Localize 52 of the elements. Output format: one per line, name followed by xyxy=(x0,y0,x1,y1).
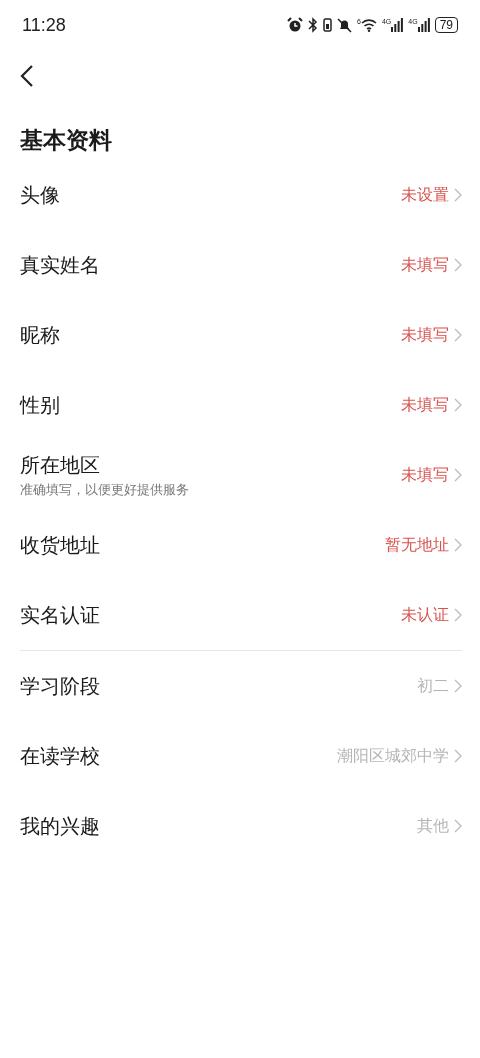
alarm-icon xyxy=(287,17,304,33)
muted-bell-icon xyxy=(337,17,353,33)
profile-row[interactable]: 收货地址 暂无地址 xyxy=(0,510,480,580)
back-icon[interactable] xyxy=(20,64,34,88)
profile-row[interactable]: 昵称 未填写 xyxy=(0,300,480,370)
row-label: 真实姓名 xyxy=(20,251,100,279)
row-label: 在读学校 xyxy=(20,742,100,770)
row-hint: 准确填写，以便更好提供服务 xyxy=(20,480,189,499)
bluetooth-icon xyxy=(308,17,319,33)
status-time: 11:28 xyxy=(22,14,66,36)
profile-row[interactable]: 实名认证 未认证 xyxy=(0,580,480,650)
row-value: 潮阳区城郊中学 xyxy=(337,745,449,767)
row-value: 初二 xyxy=(417,675,449,697)
chevron-icon xyxy=(454,258,462,272)
row-value: 未填写 xyxy=(401,254,449,276)
chevron-icon xyxy=(454,608,462,622)
profile-row[interactable]: 头像 未设置 xyxy=(0,160,480,230)
row-label: 收货地址 xyxy=(20,531,100,559)
row-label: 头像 xyxy=(20,181,60,209)
battery-level: 79 xyxy=(434,17,458,33)
chevron-icon xyxy=(454,468,462,482)
wifi-icon xyxy=(360,18,377,32)
chevron-icon xyxy=(454,188,462,202)
chevron-icon xyxy=(454,679,462,693)
chevron-icon xyxy=(454,819,462,833)
row-label: 昵称 xyxy=(20,321,60,349)
row-label: 性别 xyxy=(20,391,60,419)
row-value: 其他 xyxy=(417,815,449,837)
row-value: 未设置 xyxy=(401,184,449,206)
chevron-icon xyxy=(454,398,462,412)
chevron-icon xyxy=(454,328,462,342)
row-label: 我的兴趣 xyxy=(20,812,100,840)
profile-row[interactable]: 我的兴趣 其他 xyxy=(0,791,480,861)
profile-row[interactable]: 性别 未填写 xyxy=(0,370,480,440)
signal-icon xyxy=(391,18,404,32)
row-value: 未认证 xyxy=(401,604,449,626)
page-title: 基本资料 xyxy=(20,126,113,155)
signal-icon xyxy=(417,18,430,32)
row-value: 未填写 xyxy=(401,324,449,346)
chevron-icon xyxy=(454,538,462,552)
phone-icon xyxy=(323,17,333,33)
row-label: 所在地区 xyxy=(20,451,101,479)
profile-row[interactable]: 真实姓名 未填写 xyxy=(0,230,480,300)
row-value: 未填写 xyxy=(401,464,449,486)
chevron-icon xyxy=(454,749,462,763)
row-label: 学习阶段 xyxy=(20,672,100,700)
profile-row[interactable]: 在读学校 潮阳区城郊中学 xyxy=(0,721,480,791)
profile-row[interactable]: 所在地区 准确填写，以便更好提供服务 未填写 xyxy=(0,440,480,510)
row-label: 实名认证 xyxy=(20,601,100,629)
profile-row[interactable]: 学习阶段 初二 xyxy=(0,651,480,721)
row-value: 暂无地址 xyxy=(385,534,449,556)
row-value: 未填写 xyxy=(401,394,449,416)
